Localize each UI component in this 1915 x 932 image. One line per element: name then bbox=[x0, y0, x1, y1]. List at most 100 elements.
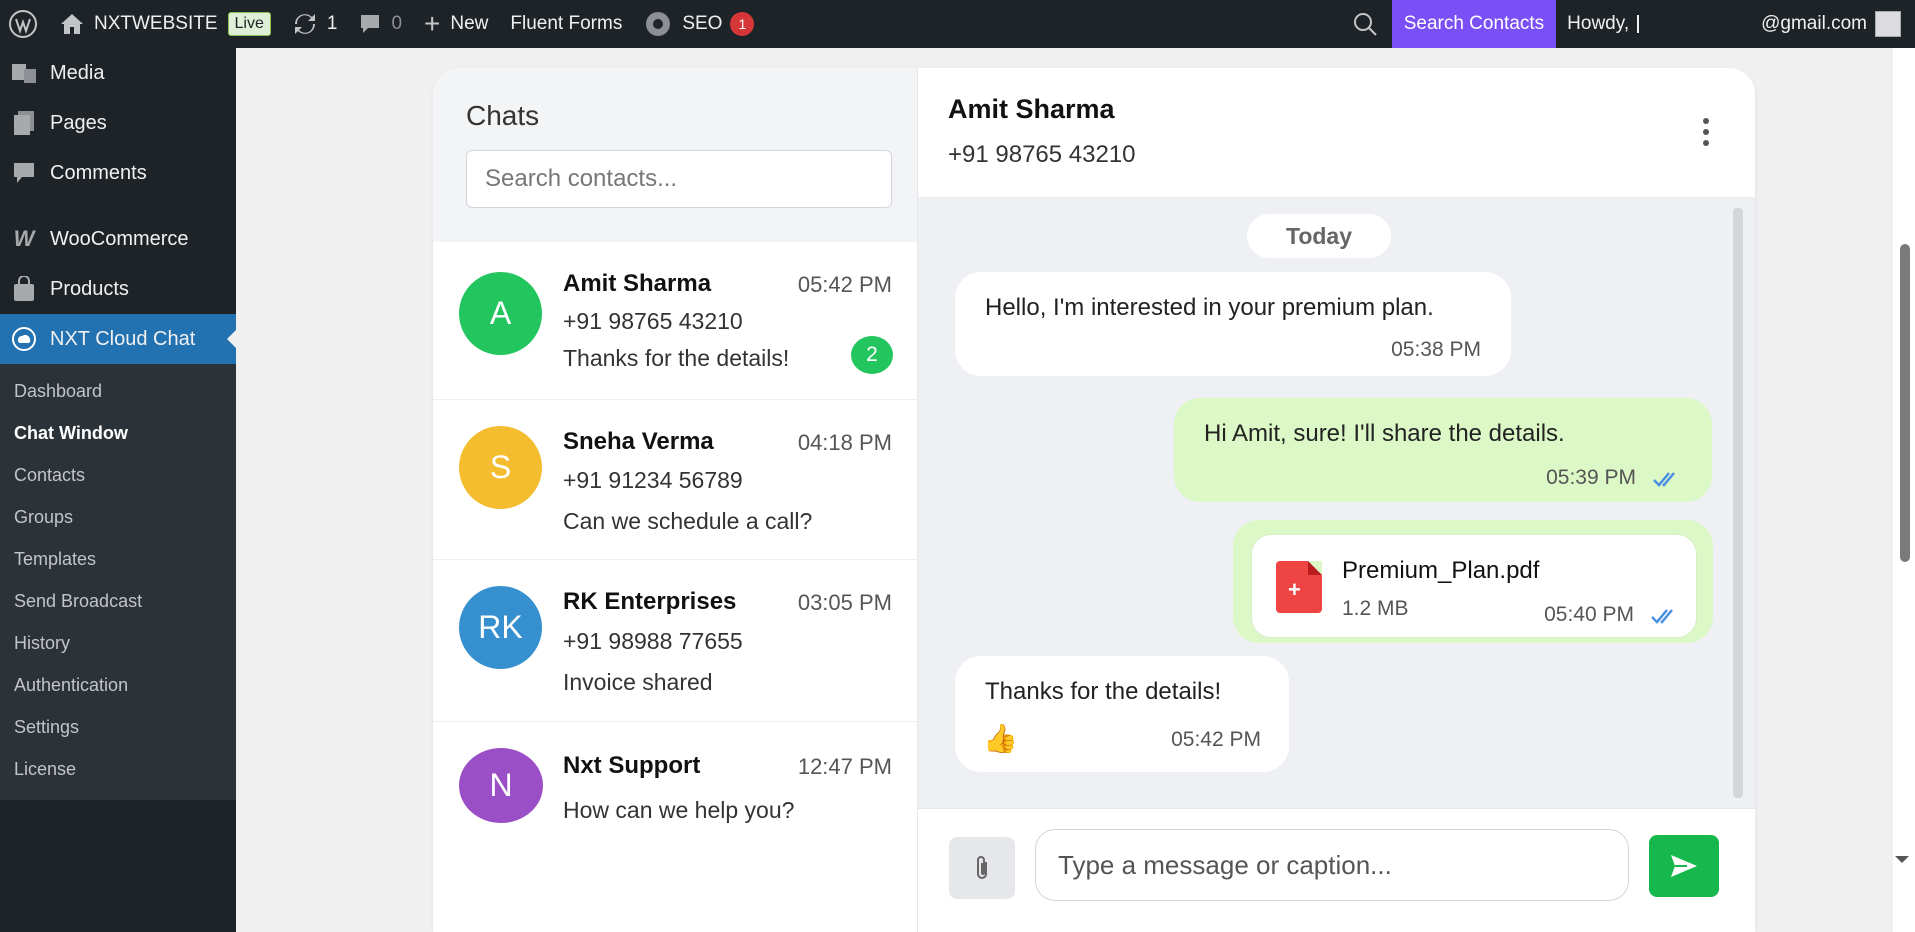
admin-bar-right: Search Contacts Howdy, @gmail.com bbox=[1338, 0, 1915, 48]
file-size: 1.2 MB bbox=[1342, 597, 1409, 620]
live-badge: Live bbox=[227, 12, 271, 36]
site-name: NXTWEBSITE bbox=[94, 13, 218, 34]
contact-item-amit[interactable]: A Amit Sharma 05:42 PM +91 98765 43210 T… bbox=[433, 242, 918, 400]
contact-phone: +91 98765 43210 bbox=[563, 308, 743, 334]
conversation-pane: Amit Sharma +91 98765 43210 Today Hello,… bbox=[918, 68, 1755, 932]
file-name: Premium_Plan.pdf bbox=[1342, 557, 1540, 584]
avatar: A bbox=[459, 272, 542, 355]
contact-phone: +91 98988 77655 bbox=[563, 628, 743, 654]
menu-item-nxt-cloud-chat[interactable]: NXT Cloud Chat bbox=[0, 314, 237, 364]
message-outgoing-file: + Premium_Plan.pdf 1.2 MB 05:40 PM bbox=[1233, 520, 1713, 643]
unread-badge: 2 bbox=[851, 336, 893, 374]
seo-link[interactable]: SEO 1 bbox=[633, 0, 765, 48]
submenu-send-broadcast[interactable]: Send Broadcast bbox=[0, 580, 236, 622]
message-composer bbox=[918, 808, 1755, 932]
menu-item-products[interactable]: Products bbox=[0, 264, 236, 314]
seo-label: SEO bbox=[682, 13, 723, 34]
message-incoming: Thanks for the details! 👍 05:42 PM bbox=[955, 656, 1289, 772]
fluent-forms-link[interactable]: Fluent Forms bbox=[499, 0, 633, 48]
chat-window: Chats A Amit Sharma 05:42 PM +91 98765 4… bbox=[433, 68, 1755, 932]
message-text: Hello, I'm interested in your premium pl… bbox=[985, 294, 1434, 321]
site-name-link[interactable]: NXTWEBSITE Live bbox=[49, 0, 282, 48]
comments-link[interactable]: 0 bbox=[348, 0, 413, 48]
conversation-contact-name: Amit Sharma bbox=[948, 94, 1115, 124]
user-email: @gmail.com bbox=[1761, 13, 1867, 34]
scroll-down-arrow-icon[interactable] bbox=[1895, 856, 1909, 870]
contacts-header: Chats bbox=[433, 68, 917, 242]
menu-label: Pages bbox=[50, 111, 107, 134]
submenu-chat-window[interactable]: Chat Window bbox=[0, 412, 236, 454]
double-check-icon bbox=[1651, 609, 1673, 624]
admin-search-icon[interactable] bbox=[1338, 0, 1392, 48]
submenu-dashboard[interactable]: Dashboard bbox=[0, 370, 236, 412]
contact-item-nxt-support[interactable]: N Nxt Support 12:47 PM How can we help y… bbox=[433, 722, 918, 846]
contact-phone: +91 91234 56789 bbox=[563, 467, 743, 493]
contact-item-rk-enterprises[interactable]: RK RK Enterprises 03:05 PM +91 98988 776… bbox=[433, 560, 918, 722]
submenu-license[interactable]: License bbox=[0, 748, 236, 790]
message-incoming: Hello, I'm interested in your premium pl… bbox=[955, 272, 1511, 376]
menu-item-woocommerce[interactable]: W WooCommerce bbox=[0, 214, 236, 264]
send-button[interactable] bbox=[1649, 835, 1719, 897]
submenu-groups[interactable]: Groups bbox=[0, 496, 236, 538]
page-scrollbar-thumb[interactable] bbox=[1900, 244, 1910, 562]
howdy-text: Howdy, bbox=[1567, 13, 1630, 34]
file-attachment-card[interactable]: + Premium_Plan.pdf 1.2 MB 05:40 PM bbox=[1251, 534, 1697, 638]
submenu-authentication[interactable]: Authentication bbox=[0, 664, 236, 706]
seo-gear-icon bbox=[646, 12, 671, 36]
message-text: Thanks for the details! bbox=[985, 678, 1222, 705]
new-content-link[interactable]: + New bbox=[413, 0, 499, 48]
more-options-icon[interactable] bbox=[1703, 118, 1711, 151]
thumbs-up-emoji: 👍 bbox=[983, 723, 1018, 754]
message-outgoing: Hi Amit, sure! I'll share the details. 0… bbox=[1174, 398, 1712, 502]
seo-count-badge: 1 bbox=[730, 12, 755, 36]
products-icon bbox=[10, 275, 38, 303]
account-menu[interactable]: Howdy, @gmail.com bbox=[1556, 0, 1915, 48]
send-icon bbox=[1671, 855, 1697, 877]
menu-separator bbox=[0, 198, 236, 214]
paperclip-icon bbox=[977, 856, 987, 879]
wordpress-logo-icon[interactable] bbox=[0, 0, 49, 48]
message-time: 05:38 PM bbox=[1391, 338, 1481, 361]
contact-name: Sneha Verma bbox=[563, 428, 714, 455]
message-list: Today Hello, I'm interested in your prem… bbox=[918, 198, 1755, 808]
submenu-templates[interactable]: Templates bbox=[0, 538, 236, 580]
submenu-settings[interactable]: Settings bbox=[0, 706, 236, 748]
message-scrollbar[interactable] bbox=[1733, 208, 1743, 798]
message-text: Hi Amit, sure! I'll share the details. bbox=[1204, 420, 1565, 447]
text-cursor bbox=[1637, 15, 1640, 33]
chat-submenu: Dashboard Chat Window Contacts Groups Te… bbox=[0, 364, 236, 800]
contact-time: 05:42 PM bbox=[797, 272, 892, 297]
new-label: New bbox=[450, 13, 489, 34]
comments-count: 0 bbox=[391, 13, 403, 34]
search-contacts-button[interactable]: Search Contacts bbox=[1391, 0, 1557, 48]
woocommerce-icon: W bbox=[13, 226, 35, 251]
cloud-chat-icon bbox=[10, 325, 38, 353]
menu-item-media[interactable]: Media bbox=[0, 48, 236, 98]
refresh-icon bbox=[294, 14, 315, 34]
menu-label: NXT Cloud Chat bbox=[50, 327, 196, 350]
submenu-history[interactable]: History bbox=[0, 622, 236, 664]
contact-name: RK Enterprises bbox=[563, 588, 737, 615]
attach-button[interactable] bbox=[949, 837, 1015, 899]
home-icon bbox=[61, 14, 83, 34]
contact-item-sneha[interactable]: S Sneha Verma 04:18 PM +91 91234 56789 C… bbox=[433, 400, 918, 560]
updates-count: 1 bbox=[326, 13, 338, 34]
menu-item-comments[interactable]: Comments bbox=[0, 148, 236, 198]
updates-link[interactable]: 1 bbox=[282, 0, 349, 48]
user-avatar bbox=[1875, 11, 1901, 37]
page-scrollbar[interactable] bbox=[1893, 48, 1915, 932]
avatar: RK bbox=[459, 586, 542, 669]
conversation-header: Amit Sharma +91 98765 43210 bbox=[918, 68, 1755, 198]
contact-name: Amit Sharma bbox=[563, 270, 712, 297]
message-time: 05:40 PM bbox=[1544, 603, 1634, 626]
search-contacts-input[interactable] bbox=[466, 150, 892, 208]
menu-label: WooCommerce bbox=[50, 227, 189, 250]
avatar: N bbox=[459, 748, 543, 823]
comment-bubble-icon bbox=[361, 15, 380, 33]
message-input[interactable] bbox=[1035, 829, 1629, 901]
menu-item-pages[interactable]: Pages bbox=[0, 98, 236, 148]
submenu-contacts[interactable]: Contacts bbox=[0, 454, 236, 496]
contact-last-message: Thanks for the details! bbox=[563, 345, 790, 371]
pdf-file-icon: + bbox=[1276, 561, 1322, 613]
contact-name: Nxt Support bbox=[563, 752, 701, 779]
